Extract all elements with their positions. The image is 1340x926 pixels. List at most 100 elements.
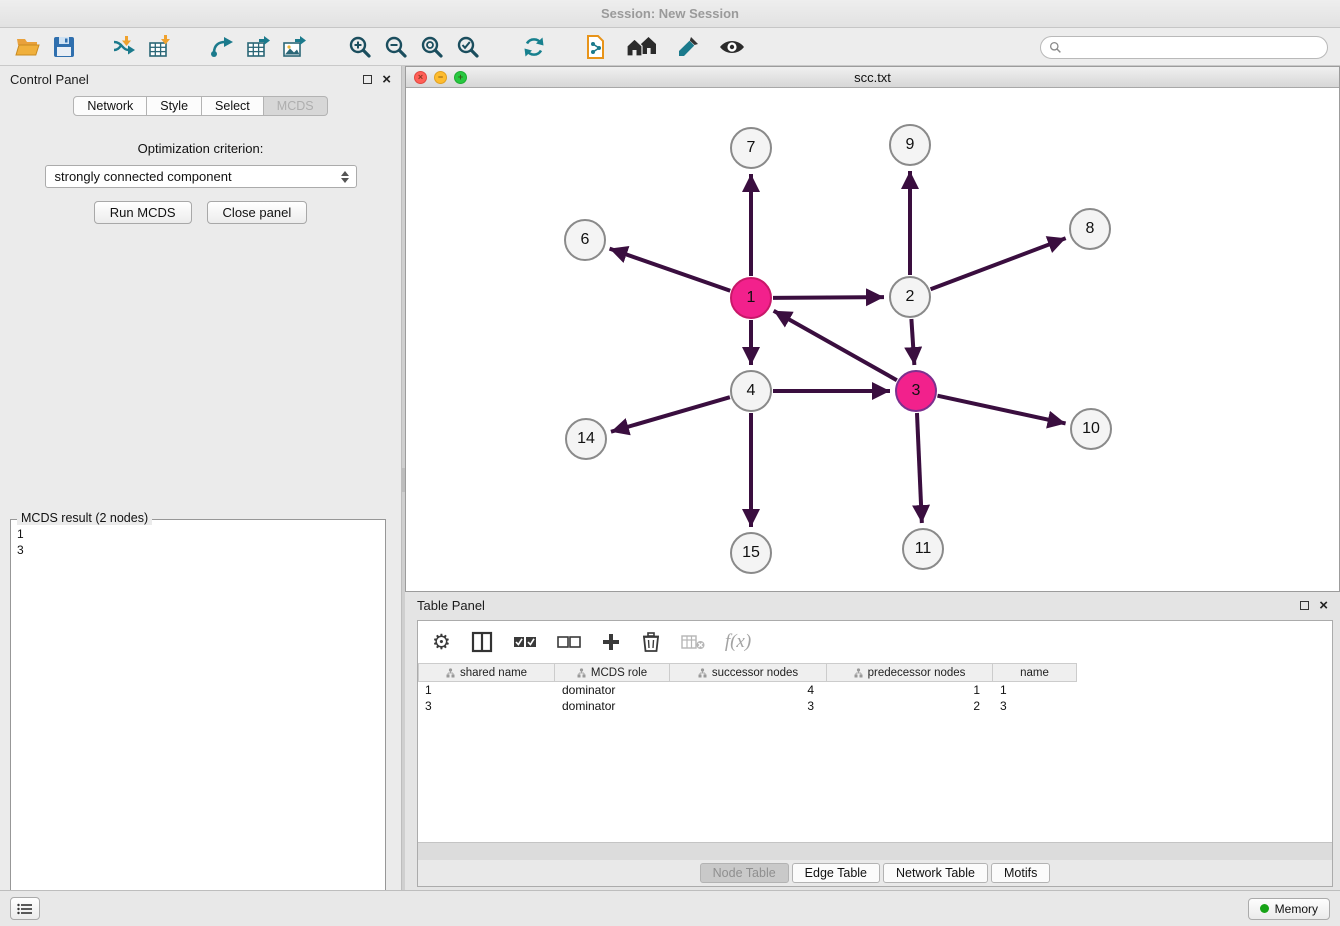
task-history-button[interactable] (10, 897, 40, 920)
table-rows: 1dominator4113dominator323 (418, 682, 1332, 714)
graph-node-2[interactable]: 2 (889, 276, 931, 318)
delete-column-icon[interactable] (641, 627, 661, 657)
graph-node-7[interactable]: 7 (730, 127, 772, 169)
table-cell[interactable]: 3 (670, 698, 827, 714)
network-canvas[interactable]: 7 9 6 8 1 2 4 3 14 10 15 11 (406, 88, 1339, 591)
open-session-icon[interactable] (10, 30, 46, 64)
delete-table-icon (681, 627, 705, 657)
minimize-window-icon[interactable]: − (434, 71, 447, 84)
import-network-icon[interactable] (106, 30, 142, 64)
float-table-panel-icon[interactable] (1300, 601, 1309, 610)
mcds-result-list[interactable]: 13 (11, 520, 385, 558)
zoom-fit-icon[interactable] (414, 30, 450, 64)
float-panel-icon[interactable] (363, 75, 372, 84)
table-row[interactable]: 1dominator411 (418, 682, 1332, 698)
add-column-icon[interactable] (601, 627, 621, 657)
criterion-dropdown-value: strongly connected component (55, 169, 232, 184)
graph-edge-1-6[interactable] (610, 249, 731, 291)
graph-node-11[interactable]: 11 (902, 528, 944, 570)
tab-edge-table[interactable]: Edge Table (792, 863, 880, 883)
close-window-icon[interactable]: × (414, 71, 427, 84)
graph-node-6[interactable]: 6 (564, 219, 606, 261)
column-type-icon (577, 668, 586, 678)
first-neighbors-icon[interactable] (622, 30, 662, 64)
export-image-icon[interactable] (276, 30, 312, 64)
column-header-shared-name[interactable]: shared name (418, 663, 555, 682)
table-scrollbar-track[interactable] (418, 842, 1332, 860)
close-panel-icon[interactable]: × (382, 72, 391, 87)
main-toolbar (0, 28, 1340, 66)
table-cell[interactable]: dominator (555, 682, 670, 698)
tab-style[interactable]: Style (147, 96, 202, 116)
graph-edge-4-14[interactable] (611, 397, 730, 432)
table-cell[interactable]: 4 (670, 682, 827, 698)
memory-button[interactable]: Memory (1248, 898, 1330, 920)
graph-edge-1-2[interactable] (773, 297, 884, 298)
graph-node-15[interactable]: 15 (730, 532, 772, 574)
application-window: Session: New Session (0, 0, 1340, 926)
memory-label: Memory (1275, 902, 1318, 916)
graph-edge-3-11[interactable] (917, 413, 922, 523)
table-cell[interactable]: 1 (418, 682, 555, 698)
graph-node-8[interactable]: 8 (1069, 208, 1111, 250)
mcds-result-item[interactable]: 3 (17, 542, 383, 558)
graph-node-14[interactable]: 14 (565, 418, 607, 460)
tab-node-table[interactable]: Node Table (700, 863, 789, 883)
search-input[interactable] (1062, 37, 1327, 58)
tab-network[interactable]: Network (73, 96, 147, 116)
mcds-result-box: MCDS result (2 nodes) 13 (10, 519, 386, 893)
table-row[interactable]: 3dominator323 (418, 698, 1332, 714)
network-view-window: × − + scc.txt 7968124314101511 (405, 66, 1340, 592)
column-header-mcds-role[interactable]: MCDS role (555, 663, 670, 682)
table-cell[interactable]: dominator (555, 698, 670, 714)
graph-edge-2-3[interactable] (911, 319, 914, 365)
import-table-icon[interactable] (142, 30, 178, 64)
zoom-out-icon[interactable] (378, 30, 414, 64)
criterion-dropdown[interactable]: strongly connected component (45, 165, 357, 188)
show-columns-icon[interactable] (471, 627, 493, 657)
table-cell[interactable]: 3 (418, 698, 555, 714)
tab-network-table[interactable]: Network Table (883, 863, 988, 883)
select-all-columns-icon[interactable] (513, 627, 537, 657)
run-mcds-button[interactable]: Run MCDS (94, 201, 192, 224)
export-table-icon[interactable] (240, 30, 276, 64)
tab-motifs[interactable]: Motifs (991, 863, 1050, 883)
column-header-name[interactable]: name (993, 663, 1077, 682)
graph-edge-3-10[interactable] (937, 396, 1065, 424)
unselect-all-columns-icon[interactable] (557, 627, 581, 657)
graph-node-1[interactable]: 1 (730, 277, 772, 319)
close-panel-button[interactable]: Close panel (207, 201, 308, 224)
memory-status-icon (1260, 904, 1269, 913)
style-paint-icon[interactable] (670, 30, 706, 64)
graph-node-9[interactable]: 9 (889, 124, 931, 166)
graph-node-3[interactable]: 3 (895, 370, 937, 412)
table-cell[interactable]: 2 (827, 698, 993, 714)
graph-node-4[interactable]: 4 (730, 370, 772, 412)
table-cell[interactable]: 1 (827, 682, 993, 698)
control-panel-tabs: Network Style Select MCDS (0, 96, 401, 116)
column-type-icon (446, 668, 455, 678)
zoom-selected-icon[interactable] (450, 30, 486, 64)
maximize-window-icon[interactable]: + (454, 71, 467, 84)
save-session-icon[interactable] (46, 30, 82, 64)
table-settings-icon[interactable]: ⚙ (432, 627, 451, 657)
graph-node-10[interactable]: 10 (1070, 408, 1112, 450)
apply-layout-icon[interactable] (516, 30, 552, 64)
table-cell[interactable]: 1 (993, 682, 1077, 698)
tab-select[interactable]: Select (202, 96, 264, 116)
graph-edge-2-8[interactable] (931, 238, 1066, 289)
status-bar: Memory (0, 890, 1340, 926)
export-network-icon[interactable] (204, 30, 240, 64)
zoom-in-icon[interactable] (342, 30, 378, 64)
mcds-result-item[interactable]: 1 (17, 526, 383, 542)
column-header-predecessor-nodes[interactable]: predecessor nodes (827, 663, 993, 682)
graph-edge-3-1[interactable] (774, 311, 897, 380)
network-file-icon[interactable] (578, 30, 614, 64)
close-table-panel-icon[interactable]: × (1319, 598, 1328, 613)
column-header-successor-nodes[interactable]: successor nodes (670, 663, 827, 682)
show-graphics-details-icon[interactable] (714, 30, 750, 64)
table-cell[interactable]: 3 (993, 698, 1077, 714)
search-box (1040, 36, 1328, 59)
optimization-criterion-label: Optimization criterion: (0, 141, 401, 156)
tab-mcds[interactable]: MCDS (264, 96, 328, 116)
